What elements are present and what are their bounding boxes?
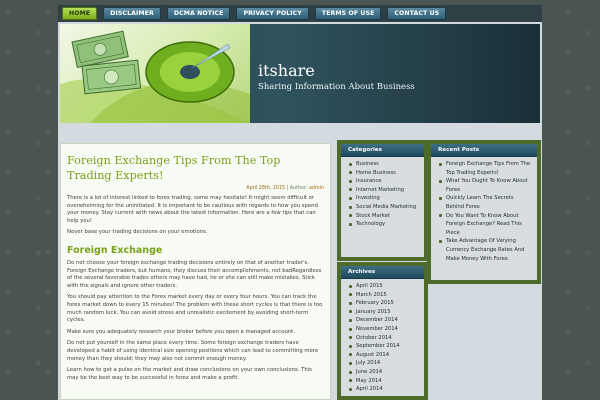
nav-terms-of-use[interactable]: TERMS OF USE [314, 7, 382, 20]
post-paragraph: Do not put yourself in the same place ev… [67, 340, 319, 362]
post-meta: April 28th, 2015 | Author: admin [67, 186, 324, 191]
category-link[interactable]: Internet Marketing [349, 186, 420, 195]
nav-home[interactable]: HOME [62, 7, 98, 20]
categories-title: Categories [341, 144, 424, 157]
post-author-link[interactable]: admin [309, 186, 324, 191]
section-heading: Foreign Exchange [67, 244, 163, 256]
archive-link[interactable]: April 2015 [349, 282, 420, 291]
category-link[interactable]: Technology [349, 220, 420, 229]
archive-link[interactable]: August 2014 [349, 351, 420, 360]
archive-link[interactable]: September 2014 [349, 342, 420, 351]
post-paragraph: Make sure you adequately research your b… [67, 328, 295, 335]
archive-link[interactable]: June 2014 [349, 368, 420, 377]
post-paragraph: Never base your trading decisions on you… [67, 229, 208, 236]
category-link[interactable]: Insurance [349, 177, 420, 186]
page-wrapper: HOME DISCLAIMER DCMA NOTICE PRIVACY POLI… [58, 5, 542, 400]
recent-post-link[interactable]: Quickly Learn The Secrets Behind Forex [439, 194, 533, 211]
category-link[interactable]: Stock Market [349, 212, 420, 221]
archive-link[interactable]: April 2014 [349, 385, 420, 394]
archive-link[interactable]: February 2015 [349, 299, 420, 308]
recent-posts-widget: Recent Posts Foreign Exchange Tips From … [427, 140, 541, 284]
recent-post-link[interactable]: Foreign Exchange Tips From The Top Tradi… [439, 160, 533, 177]
recent-post-link[interactable]: Do You Want To Know About Foreign Exchan… [439, 212, 533, 238]
archive-link[interactable]: December 2014 [349, 316, 420, 325]
categories-list: Business Home Business Insurance Interne… [341, 157, 424, 229]
post-author-prefix: | Author: [286, 186, 308, 191]
category-link[interactable]: Social Media Marketing [349, 203, 420, 212]
money-disc-illustration-icon [60, 30, 250, 123]
nav-privacy-policy[interactable]: PRIVACY POLICY [236, 7, 309, 20]
archives-title: Archives [341, 266, 424, 279]
recent-post-link[interactable]: Take Advantage Of Varying Currency Excha… [439, 237, 533, 263]
archive-link[interactable]: March 2015 [349, 291, 420, 300]
post-paragraph: Learn how to get a pulse on the market a… [67, 367, 312, 381]
archives-list: April 2015 March 2015 February 2015 Janu… [341, 279, 424, 394]
recent-posts-list: Foreign Exchange Tips From The Top Tradi… [431, 157, 537, 263]
post-paragraph: You should pay attention to the Forex ma… [67, 294, 323, 324]
recent-posts-title: Recent Posts [431, 144, 537, 157]
site-title[interactable]: itshare [258, 61, 315, 80]
top-navigation: HOME DISCLAIMER DCMA NOTICE PRIVACY POLI… [58, 5, 542, 22]
archive-link[interactable]: May 2014 [349, 377, 420, 386]
archive-link[interactable]: October 2014 [349, 334, 420, 343]
post-paragraph: Do not choose your foreign exchange trad… [67, 259, 322, 289]
post-paragraph: There is a lot of interest linked to for… [67, 195, 318, 224]
site-header: itshare Sharing Information About Busine… [60, 24, 540, 123]
category-link[interactable]: Home Business [349, 169, 420, 178]
category-link[interactable]: Investing [349, 194, 420, 203]
archives-widget: Archives April 2015 March 2015 February … [337, 262, 428, 400]
archive-link[interactable]: July 2014 [349, 359, 420, 368]
archive-link[interactable]: November 2014 [349, 325, 420, 334]
recent-post-link[interactable]: What You Ought To Know About Forex [439, 177, 533, 194]
site-description: Sharing Information About Business [258, 82, 415, 92]
categories-widget: Categories Business Home Business Insura… [337, 140, 428, 261]
header-banner-art [60, 24, 250, 123]
post-title[interactable]: Foreign Exchange Tips From The Top Tradi… [67, 153, 324, 183]
main-content: Foreign Exchange Tips From The Top Tradi… [60, 143, 331, 400]
nav-disclaimer[interactable]: DISCLAIMER [103, 7, 161, 20]
post-date: April 28th, 2015 [246, 186, 286, 191]
archive-link[interactable]: January 2015 [349, 308, 420, 317]
nav-contact-us[interactable]: CONTACT US [387, 7, 447, 20]
category-link[interactable]: Business [349, 160, 420, 169]
nav-dcma-notice[interactable]: DCMA NOTICE [166, 7, 231, 20]
